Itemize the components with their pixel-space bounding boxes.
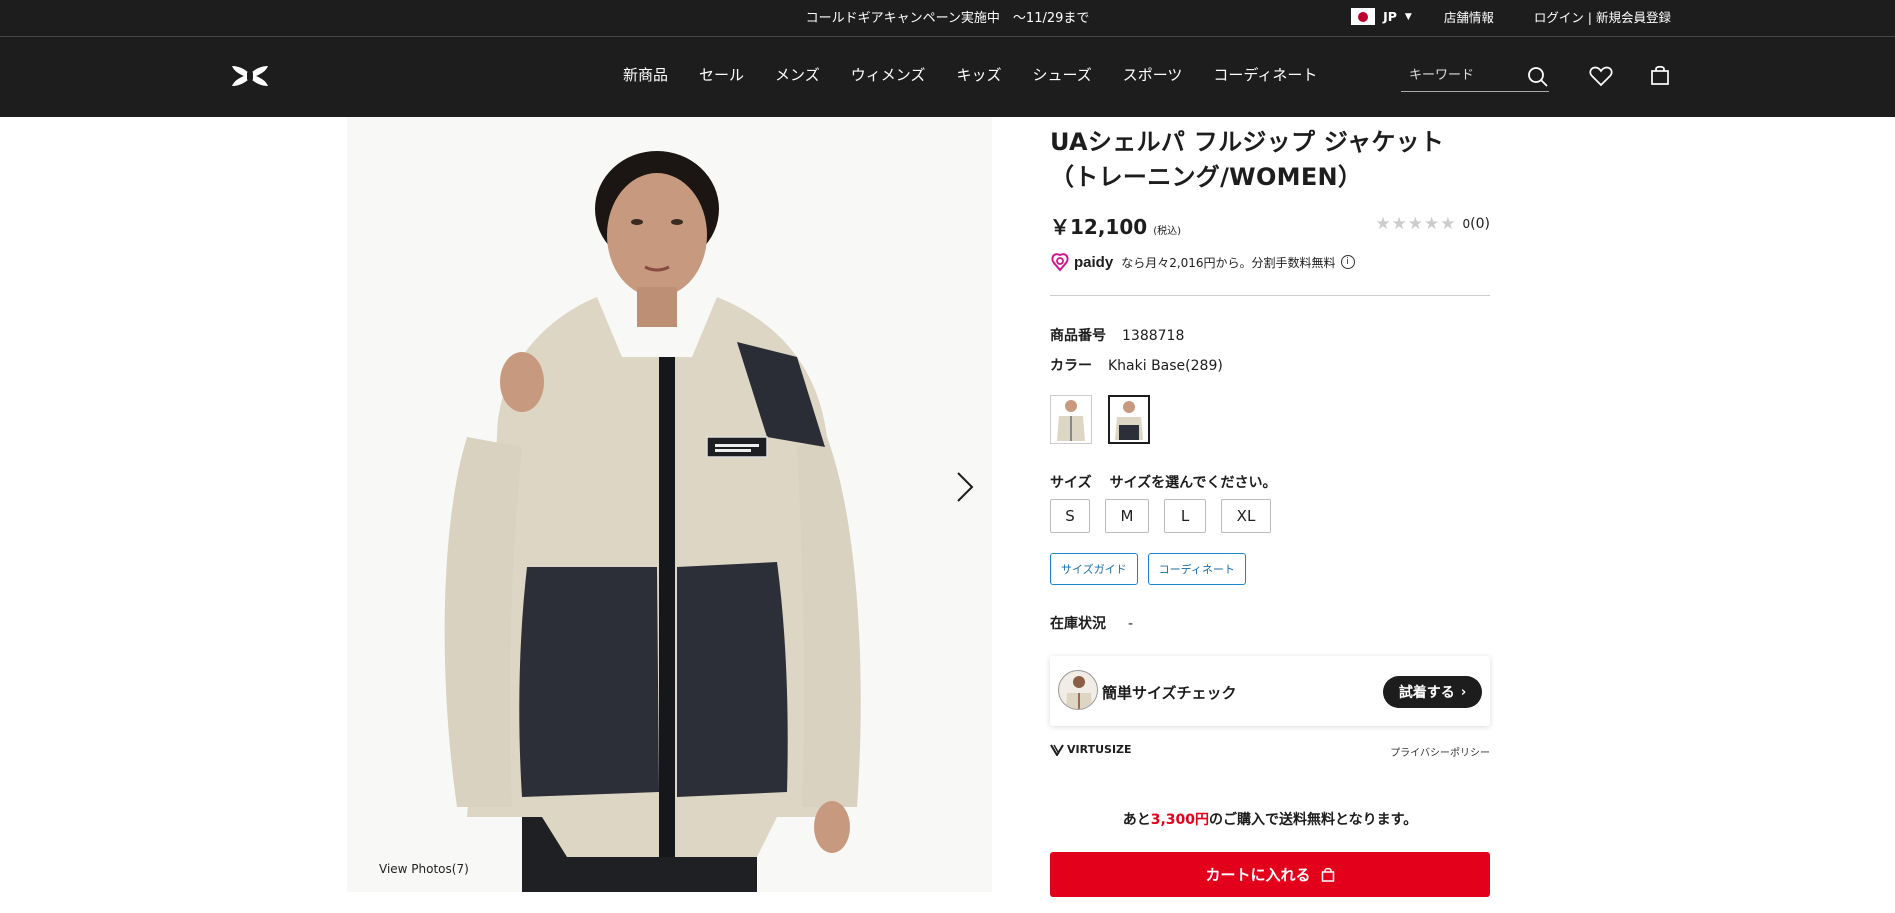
virtusize-brand-text: VIRTUSIZE: [1067, 743, 1132, 756]
search-icon[interactable]: [1527, 66, 1549, 88]
search-input[interactable]: [1401, 62, 1521, 89]
product-info-panel: UAシェルパ フルジップ ジャケット（トレーニング/WOMEN） ￥12,100…: [1050, 125, 1490, 897]
size-button-xl[interactable]: XL: [1221, 499, 1271, 533]
menu-item-coordinate[interactable]: コーディネート: [1213, 64, 1317, 85]
add-to-cart-button[interactable]: カートに入れる: [1050, 852, 1490, 897]
rating[interactable]: ★★★★★ 0 (0): [1375, 214, 1490, 234]
size-prompt: サイズを選んでください。: [1109, 475, 1277, 491]
rating-value: 0: [1462, 217, 1471, 231]
country-selector[interactable]: JP: [1383, 9, 1397, 24]
color-swatches: [1050, 395, 1150, 444]
stock-label: 在庫状況: [1050, 616, 1106, 632]
virtusize-text: 簡単サイズチェック: [1102, 684, 1237, 702]
chevron-right-icon: ›: [1460, 684, 1467, 700]
privacy-policy-link[interactable]: プライバシーポリシー: [1390, 744, 1490, 759]
paidy-logo-icon: [1051, 253, 1069, 272]
next-arrow-icon[interactable]: [955, 470, 975, 504]
paidy-text: なら月々2,016円から。分割手数料無料: [1121, 255, 1336, 270]
color-row: カラー Khaki Base(289): [1050, 355, 1223, 375]
under-armour-logo[interactable]: [228, 63, 272, 89]
product-gallery: [347, 117, 992, 892]
product-number-label: 商品番号: [1050, 328, 1106, 344]
login-register-link[interactable]: ログイン | 新規会員登録: [1534, 7, 1671, 26]
shipping-suffix: のご購入で送料無料となります。: [1209, 812, 1418, 828]
size-label-row: サイズ サイズを選んでください。: [1050, 472, 1276, 492]
size-options: S M L XL: [1050, 499, 1271, 533]
size-button-m[interactable]: M: [1105, 499, 1149, 533]
shipping-amount: 3,300円: [1150, 812, 1210, 828]
stock-row: 在庫状況 -: [1050, 613, 1133, 633]
menu-item-mens[interactable]: メンズ: [775, 64, 820, 85]
coordinate-button[interactable]: コーディネート: [1147, 553, 1246, 585]
guide-buttons: サイズガイド コーディネート: [1050, 553, 1246, 585]
search-box: [1401, 62, 1549, 92]
free-shipping-notice: あと3,300円のご購入で送料無料となります。: [1050, 809, 1490, 829]
virtusize-avatar: [1058, 670, 1098, 710]
tax-note: (税込): [1153, 226, 1181, 237]
cart-bag-icon: [1321, 867, 1334, 882]
top-promo-bar: コールドギアキャンペーン実施中 〜11/29まで JP ▼ 店舗情報 ログイン …: [0, 0, 1895, 37]
try-on-label: 試着する: [1398, 685, 1455, 701]
menu-item-sports[interactable]: スポーツ: [1123, 64, 1183, 85]
menu-item-sale[interactable]: セール: [699, 64, 744, 85]
product-price: ￥12,100: [1050, 215, 1148, 239]
product-title: UAシェルパ フルジップ ジャケット（トレーニング/WOMEN）: [1050, 128, 1445, 191]
price-row: ￥12,100 (税込) ★★★★★ 0 (0): [1050, 211, 1490, 241]
size-label: サイズ: [1050, 475, 1092, 491]
menu-item-shoes[interactable]: シューズ: [1032, 64, 1091, 85]
add-to-cart-label: カートに入れる: [1205, 866, 1311, 884]
size-button-l[interactable]: L: [1164, 499, 1206, 533]
size-guide-button[interactable]: サイズガイド: [1050, 553, 1138, 585]
caret-down-icon[interactable]: ▼: [1405, 12, 1412, 22]
stock-value: -: [1128, 616, 1134, 632]
color-value: Khaki Base(289): [1108, 358, 1223, 374]
shipping-prefix: あと: [1122, 812, 1151, 828]
paidy-installment: paidy なら月々2,016円から。分割手数料無料 i: [1050, 252, 1355, 272]
color-label: カラー: [1050, 358, 1092, 374]
review-count: (0): [1470, 216, 1490, 232]
view-photos-link[interactable]: View Photos(7): [379, 862, 469, 876]
paidy-brand: paidy: [1074, 253, 1114, 271]
product-photo[interactable]: [347, 117, 992, 892]
try-on-button[interactable]: 試着する ›: [1383, 676, 1482, 708]
menu-item-kids[interactable]: キッズ: [956, 64, 1001, 85]
product-number: 1388718: [1122, 328, 1185, 344]
japan-flag-icon: [1351, 8, 1376, 25]
favorite-heart-icon[interactable]: [1589, 65, 1613, 87]
menu-item-new[interactable]: 新商品: [623, 64, 668, 85]
category-menu: 新商品 セール メンズ ウィメンズ キッズ シューズ スポーツ コーディネート: [623, 64, 1348, 85]
color-swatch-2-selected[interactable]: [1108, 395, 1150, 444]
store-info-link[interactable]: 店舗情報: [1444, 7, 1494, 26]
size-button-s[interactable]: S: [1050, 499, 1090, 533]
shopping-bag-icon[interactable]: [1650, 64, 1670, 86]
virtusize-logo-icon: [1050, 743, 1064, 756]
main-navigation: 新商品 セール メンズ ウィメンズ キッズ シューズ スポーツ コーディネート: [0, 37, 1895, 117]
info-icon[interactable]: i: [1340, 255, 1355, 269]
product-number-row: 商品番号 1388718: [1050, 325, 1184, 345]
virtusize-footer: VIRTUSIZE プライバシーポリシー: [1050, 743, 1490, 759]
topbar-right: JP ▼ 店舗情報 ログイン | 新規会員登録: [1351, 7, 1671, 26]
divider: [1050, 295, 1490, 296]
color-swatch-1[interactable]: [1050, 395, 1092, 444]
virtusize-card: 簡単サイズチェック 試着する ›: [1050, 656, 1490, 726]
rating-stars-icon: ★★★★★: [1375, 214, 1457, 234]
menu-item-womens[interactable]: ウィメンズ: [851, 64, 926, 85]
